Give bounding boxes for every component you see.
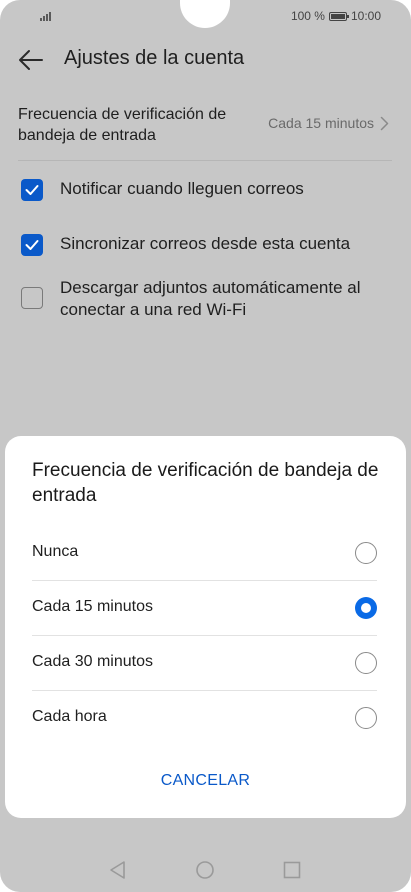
option-cada-hora[interactable]: Cada hora [32, 691, 377, 746]
circle-home-icon [196, 861, 214, 879]
phone-screen: 100 % 10:00 Ajustes de la cuenta Frecuen… [0, 0, 411, 892]
arrow-left-icon [19, 50, 43, 70]
download-checkbox-row[interactable]: Descargar adjuntos automáticamente al co… [0, 277, 411, 323]
dialog-title: Frecuencia de verificación de bandeja de… [32, 460, 379, 506]
option-label: Nunca [32, 543, 79, 560]
sync-checkbox[interactable] [21, 234, 43, 256]
page-title: Ajustes de la cuenta [64, 47, 245, 69]
radio-button[interactable] [355, 707, 377, 729]
sync-checkbox-row[interactable]: Sincronizar correos desde esta cuenta [0, 233, 411, 257]
cancel-button[interactable]: CANCELAR [5, 772, 406, 790]
navigation-bar [0, 848, 411, 892]
radio-button[interactable] [355, 652, 377, 674]
battery-percent: 100 % [290, 9, 325, 23]
frequency-value-text: Cada 15 minutos [268, 115, 374, 131]
checkmark-icon [25, 185, 39, 195]
notify-checkbox-row[interactable]: Notificar cuando lleguen correos [0, 178, 411, 202]
option-cada-30-minutos[interactable]: Cada 30 minutos [32, 636, 377, 691]
divider [18, 160, 392, 161]
square-recents-icon [283, 861, 301, 879]
nav-recents-button[interactable] [280, 858, 304, 882]
back-button[interactable] [14, 44, 48, 76]
option-label: Cada hora [32, 708, 107, 725]
option-cada-15-minutos[interactable]: Cada 15 minutos [32, 581, 377, 636]
checkmark-icon [25, 240, 39, 250]
option-label: Cada 30 minutos [32, 653, 153, 670]
triangle-back-icon [110, 861, 125, 879]
clock: 10:00 [350, 9, 381, 23]
battery-icon [328, 11, 349, 21]
radio-button-selected[interactable] [355, 597, 377, 619]
option-nunca[interactable]: Nunca [32, 526, 377, 581]
chevron-right-icon [380, 116, 389, 130]
frequency-setting-row[interactable]: Frecuencia de verificación de bandeja de… [0, 96, 411, 156]
status-right: 100 % 10:00 [291, 9, 381, 23]
app-bar: Ajustes de la cuenta [0, 36, 411, 84]
download-attachments-label: Descargar adjuntos automáticamente al co… [60, 278, 361, 319]
nav-back-button[interactable] [106, 858, 130, 882]
frequency-setting-label: Frecuencia de verificación de bandeja de… [18, 106, 227, 144]
notify-checkbox[interactable] [21, 179, 43, 201]
frequency-dialog: Frecuencia de verificación de bandeja de… [5, 436, 406, 818]
signal-icon [40, 9, 51, 21]
download-attachments-checkbox[interactable] [21, 287, 43, 309]
notify-label: Notificar cuando lleguen correos [60, 179, 304, 198]
nav-home-button[interactable] [193, 858, 217, 882]
frequency-setting-value: Cada 15 minutos [268, 115, 389, 131]
option-label: Cada 15 minutos [32, 598, 153, 615]
radio-button[interactable] [355, 542, 377, 564]
sync-label: Sincronizar correos desde esta cuenta [60, 234, 351, 253]
